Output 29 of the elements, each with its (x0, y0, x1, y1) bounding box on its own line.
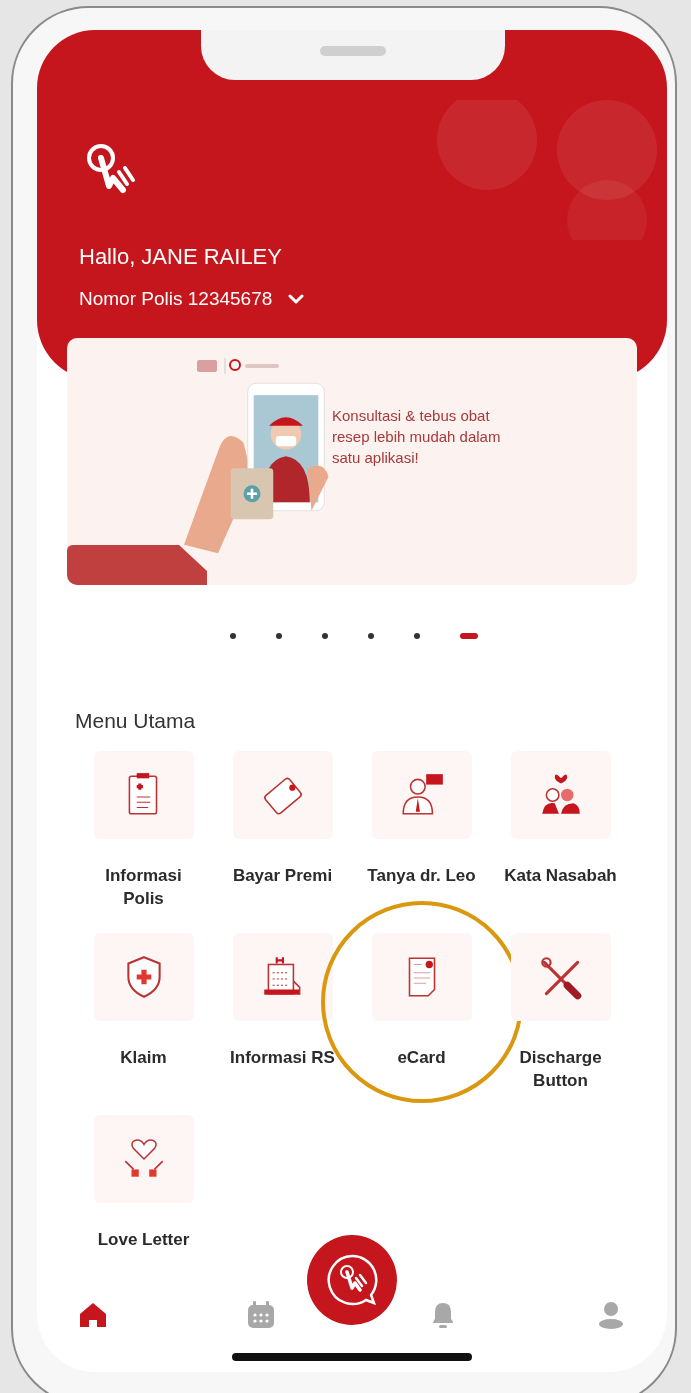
menu-tile[interactable] (232, 932, 333, 1021)
menu-tile[interactable] (371, 932, 472, 1021)
menu-label[interactable]: Kata Nasabah (504, 865, 617, 888)
policy-number-text: Nomor Polis 12345678 (79, 288, 273, 310)
menu-section-title: Menu Utama (75, 709, 197, 733)
menu-label[interactable]: eCard (397, 1046, 446, 1070)
carousel-dot[interactable] (230, 633, 236, 639)
menu-label[interactable]: Informasi Polis (93, 865, 194, 911)
menu-tile[interactable] (93, 1114, 194, 1203)
menu-label[interactable]: Bayar Premi (232, 865, 333, 888)
greeting-text: Hallo, JANE RAILEY (79, 244, 283, 270)
promo-banner[interactable]: Konsultasi & tebus obat resep lebih mudah dalam satu aplikasi! (67, 338, 637, 585)
menu-tile[interactable] (93, 932, 194, 1021)
menu-tile[interactable] (93, 751, 194, 839)
menu-tile[interactable] (510, 751, 611, 839)
menu-tile[interactable] (510, 932, 611, 1021)
carousel-dot[interactable] (368, 633, 374, 639)
menu-label[interactable]: Klaim (120, 1046, 167, 1070)
menu-tile[interactable] (371, 751, 472, 839)
carousel-dot[interactable] (414, 633, 420, 639)
banner-headline: Konsultasi & tebus obat resep lebih mudah dalam satu aplikasi! (332, 406, 502, 468)
menu-label[interactable]: Informasi RS (230, 1046, 335, 1070)
chevron-down-icon[interactable] (288, 293, 305, 305)
carousel-dot[interactable] (322, 633, 328, 639)
menu-tile[interactable] (232, 751, 333, 839)
menu-label[interactable]: Tanya dr. Leo (367, 865, 476, 888)
menu-label[interactable]: Love Letter (97, 1228, 190, 1252)
carousel-dot[interactable] (276, 633, 282, 639)
menu-label[interactable]: Discharge Button (492, 1046, 629, 1093)
